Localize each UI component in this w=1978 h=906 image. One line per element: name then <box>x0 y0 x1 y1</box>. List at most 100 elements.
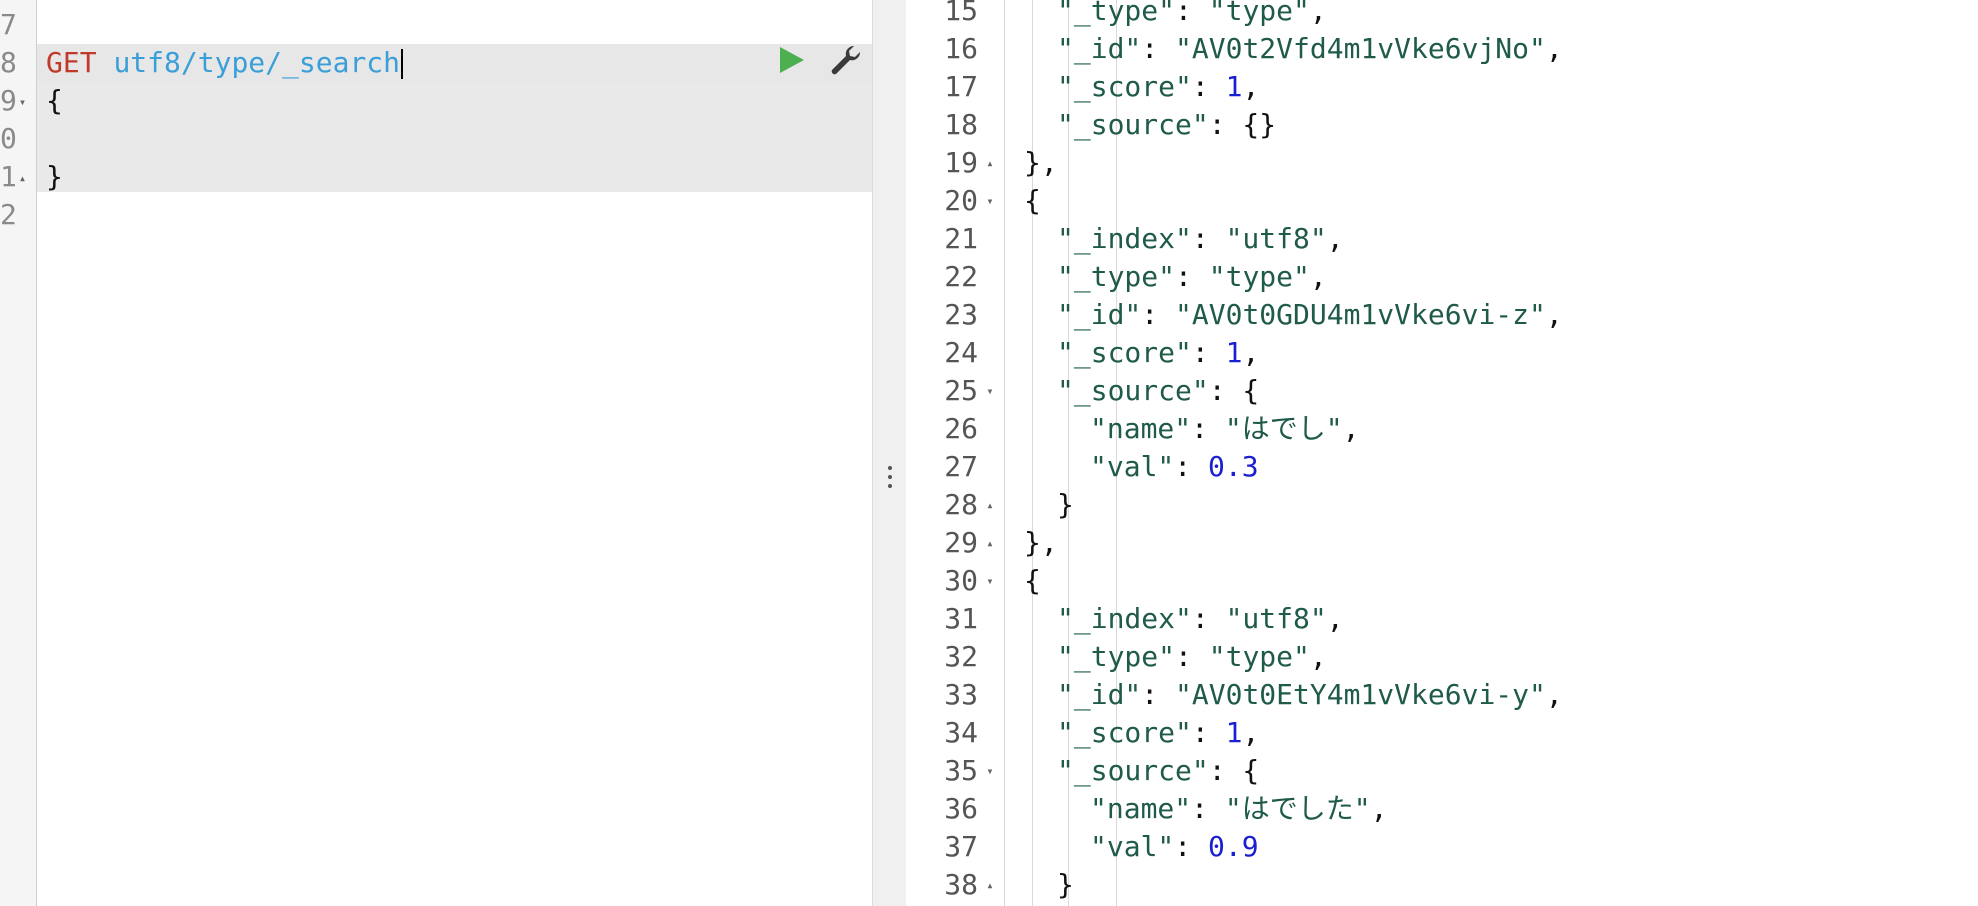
fold-close-icon[interactable]: ▴ <box>981 486 999 524</box>
response-line-code: } <box>1057 866 1074 904</box>
json-str: "type" <box>1208 260 1310 293</box>
line-number: 8 <box>0 46 17 79</box>
json-punct: { <box>1024 564 1041 597</box>
fold-close-icon[interactable]: ▴ <box>981 524 999 562</box>
line-number: 27 <box>944 450 978 483</box>
line-number: 16 <box>944 32 978 65</box>
line-number: 26 <box>944 412 978 445</box>
fold-open-icon[interactable]: ▾ <box>981 562 999 600</box>
response-line: 18 "_source": {} <box>906 106 1978 144</box>
json-num: 0.3 <box>1208 450 1259 483</box>
fold-close-icon[interactable]: ▴ <box>981 866 999 904</box>
response-line-code: "_source": { <box>1057 752 1259 790</box>
json-punct: : <box>1141 32 1176 65</box>
pane-resizer[interactable] <box>872 0 908 906</box>
json-punct: , <box>1545 678 1563 711</box>
response-line: 26 "name": "はでし", <box>906 410 1978 448</box>
json-str: "AV0t0EtY4m1vVke6vi-y" <box>1175 678 1546 711</box>
response-line-code: "_type": "type", <box>1057 0 1327 30</box>
line-number: 9 ▾ <box>0 84 27 117</box>
json-key: "_score" <box>1057 336 1192 369</box>
json-key: "_id" <box>1057 298 1142 331</box>
request-line[interactable]: 7 <box>0 6 872 44</box>
json-key: "_source" <box>1057 754 1209 787</box>
json-key: "_index" <box>1057 602 1192 635</box>
json-key: "_score" <box>1057 70 1192 103</box>
response-line: 27 "val": 0.3 <box>906 448 1978 486</box>
line-number: 31 <box>944 602 978 635</box>
json-punct: : { <box>1208 374 1260 407</box>
request-line[interactable]: 1 ▴} <box>0 158 872 196</box>
json-punct: : <box>1175 640 1209 673</box>
response-line-code: "_index": "utf8", <box>1057 600 1344 638</box>
json-key: "_index" <box>1057 222 1192 255</box>
json-key: "_id" <box>1057 678 1142 711</box>
response-line: 29 ▴}, <box>906 524 1978 562</box>
response-line: 33 "_id": "AV0t0EtY4m1vVke6vi-y", <box>906 676 1978 714</box>
request-line[interactable]: 9 ▾ { <box>0 82 872 120</box>
request-line[interactable]: 0 <box>0 120 872 158</box>
vertical-dots-icon <box>888 466 892 493</box>
json-key: "_source" <box>1057 108 1209 141</box>
json-punct: : <box>1174 830 1209 863</box>
response-line: 31 "_index": "utf8", <box>906 600 1978 638</box>
line-number: 25 <box>944 374 978 407</box>
response-line: 30 ▾ { <box>906 562 1978 600</box>
line-number: 0 <box>0 122 17 155</box>
line-number: 37 <box>944 830 978 863</box>
request-editor[interactable]: 7 8 GET utf8/type/_search 9 ▾{0 1 ▴} 2 <box>0 0 872 906</box>
response-line-code: "_index": "utf8", <box>1057 220 1344 258</box>
json-punct: , <box>1545 32 1563 65</box>
response-line-code: "name": "はでし", <box>1090 410 1359 448</box>
response-line: 23 "_id": "AV0t0GDU4m1vVke6vi-z", <box>906 296 1978 334</box>
json-punct: : { <box>1208 754 1260 787</box>
json-punct: , <box>1309 0 1327 27</box>
line-number: 23 <box>944 298 978 331</box>
response-line: 37 "val": 0.9 <box>906 828 1978 866</box>
response-line: 28 ▴} <box>906 486 1978 524</box>
json-str: "はでし" <box>1224 412 1343 445</box>
json-punct: , <box>1326 602 1344 635</box>
json-punct: , <box>1370 792 1388 825</box>
line-number: 34 <box>944 716 978 749</box>
line-number: 20 <box>944 184 978 217</box>
json-punct: : <box>1175 0 1209 27</box>
json-num: 1 <box>1225 716 1243 749</box>
line-number: 30 <box>944 564 978 597</box>
fold-open-icon[interactable]: ▾ <box>981 752 999 790</box>
fold-open-icon[interactable]: ▾ <box>981 182 999 220</box>
response-line: 32 "_type": "type", <box>906 638 1978 676</box>
fold-open-icon[interactable]: ▾ <box>981 372 999 410</box>
json-punct: , <box>1309 640 1327 673</box>
line-number: 18 <box>944 108 978 141</box>
json-str: "AV0t2Vfd4m1vVke6vjNo" <box>1175 32 1546 65</box>
response-line-code: "_score": 1, <box>1057 334 1259 372</box>
fold-open-icon[interactable]: ▾ <box>19 95 26 109</box>
json-str: "type" <box>1208 0 1310 27</box>
json-key: "_score" <box>1057 716 1192 749</box>
response-line-code: { <box>1024 182 1041 220</box>
request-line-code: } <box>46 160 63 193</box>
request-line[interactable]: 2 <box>0 196 872 234</box>
response-line: 15 "_type": "type", <box>906 0 1978 30</box>
json-punct: { <box>1024 184 1041 217</box>
response-line: 24 "_score": 1, <box>906 334 1978 372</box>
response-line-code: "_source": { <box>1057 372 1259 410</box>
response-line: 25 ▾ "_source": { <box>906 372 1978 410</box>
response-line-code: { <box>1024 562 1041 600</box>
response-viewer[interactable]: 15 "_type": "type", 16 "_id": "AV0t2Vfd4m1v… <box>906 0 1978 906</box>
json-num: 1 <box>1225 70 1243 103</box>
json-punct: , <box>1545 298 1563 331</box>
request-url: utf8/type/_search <box>113 46 401 79</box>
json-key: "_id" <box>1057 32 1142 65</box>
request-line[interactable]: 8 GET utf8/type/_search <box>0 44 872 82</box>
run-request-button[interactable] <box>776 45 806 75</box>
response-line: 36 "name": "はでした", <box>906 790 1978 828</box>
line-number: 17 <box>944 70 978 103</box>
response-line: 19 ▴}, <box>906 144 1978 182</box>
json-punct: : <box>1141 298 1176 331</box>
fold-close-icon[interactable]: ▴ <box>19 171 26 185</box>
fold-close-icon[interactable]: ▴ <box>981 144 999 182</box>
json-key: "_type" <box>1057 260 1176 293</box>
wrench-icon[interactable] <box>828 43 862 77</box>
